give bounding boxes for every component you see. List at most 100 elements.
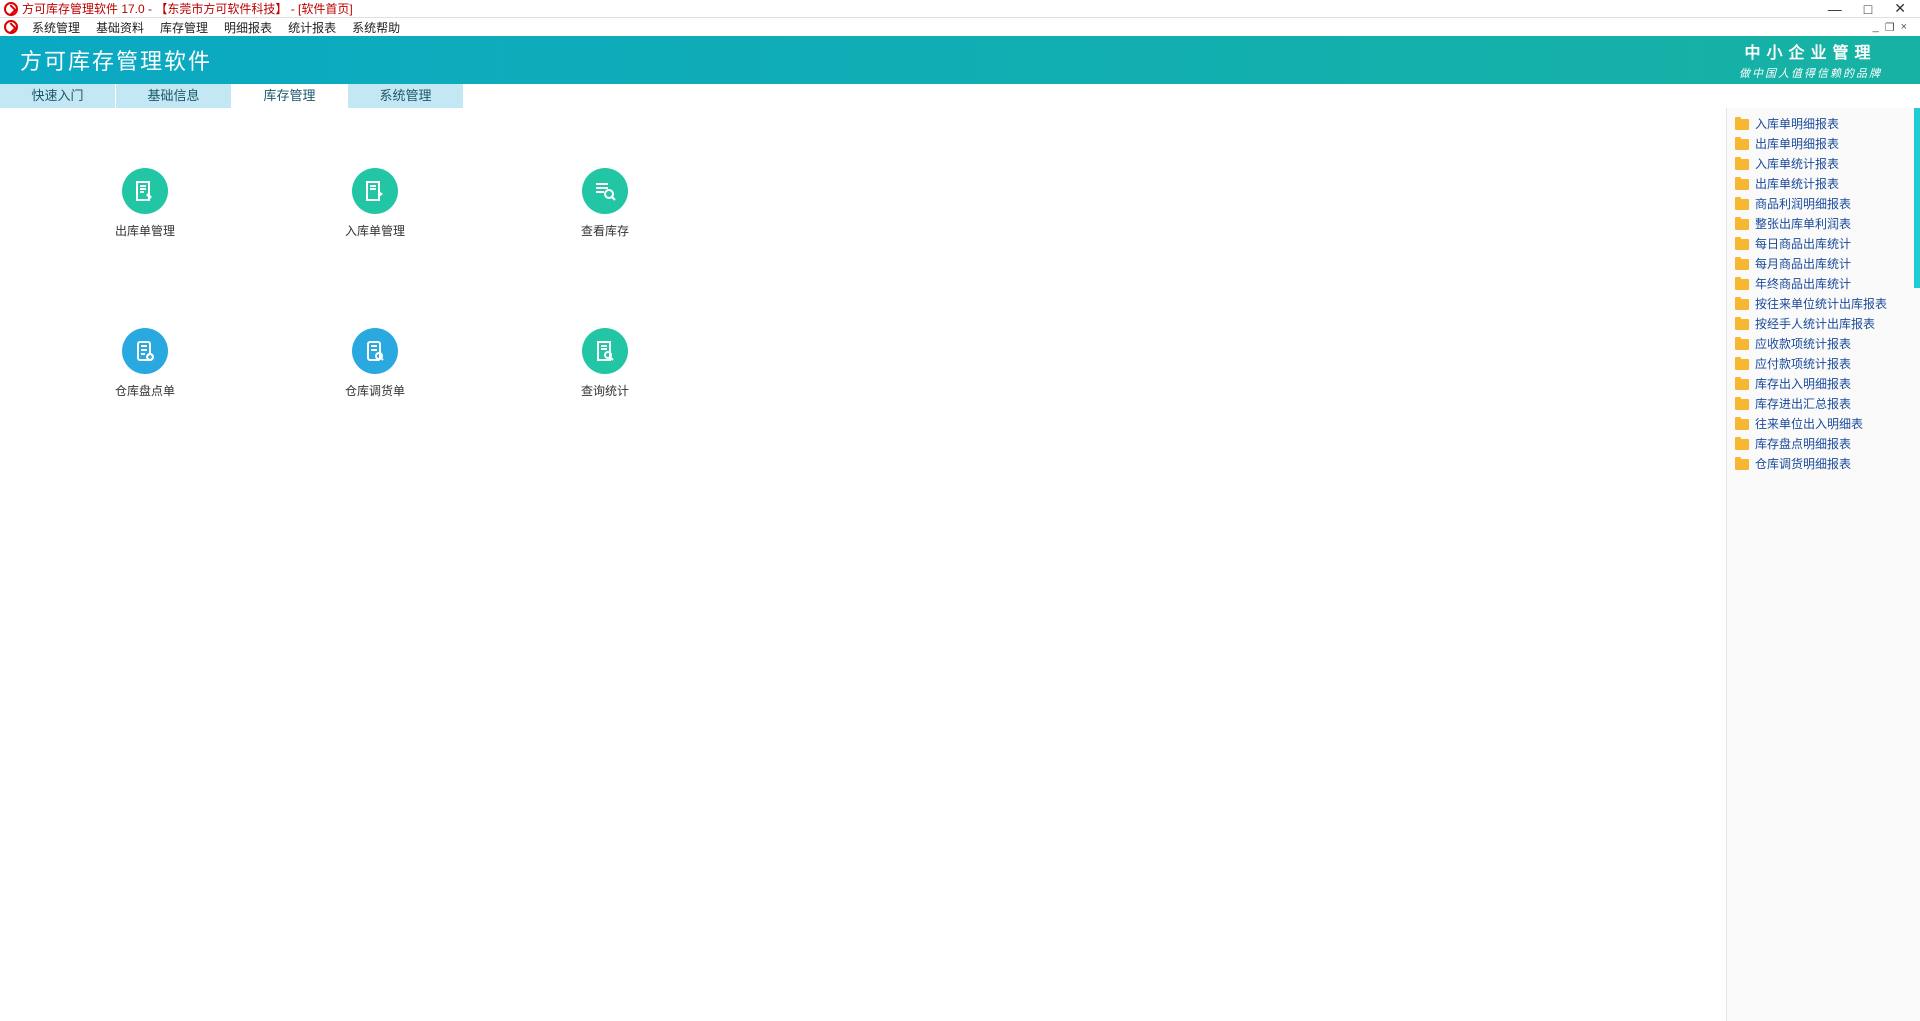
report-item-15[interactable]: 往来单位出入明细表	[1727, 414, 1920, 434]
maximize-button[interactable]: □	[1864, 1, 1872, 17]
inbound-orders[interactable]: 入库单管理	[260, 168, 490, 328]
report-item-label: 每月商品出库统计	[1755, 256, 1851, 272]
window-controls: — □ ✕	[1828, 0, 1916, 17]
report-item-label: 库存出入明细报表	[1755, 376, 1851, 392]
stock-transfer-icon	[352, 328, 398, 374]
report-item-label: 出库单统计报表	[1755, 176, 1839, 192]
folder-icon	[1735, 279, 1749, 290]
tab-strip: 快速入门基础信息库存管理系统管理	[0, 84, 1920, 108]
report-item-11[interactable]: 应收款项统计报表	[1727, 334, 1920, 354]
menu-app-icon	[4, 20, 18, 34]
report-item-7[interactable]: 每月商品出库统计	[1727, 254, 1920, 274]
folder-icon	[1735, 159, 1749, 170]
inbound-orders-icon	[352, 168, 398, 214]
report-item-label: 整张出库单利润表	[1755, 216, 1851, 232]
report-item-16[interactable]: 库存盘点明细报表	[1727, 434, 1920, 454]
folder-icon	[1735, 139, 1749, 150]
folder-icon	[1735, 359, 1749, 370]
query-stats-label: 查询统计	[581, 382, 629, 399]
mdi-minimize-button[interactable]: _	[1870, 21, 1882, 34]
report-item-9[interactable]: 按往来单位统计出库报表	[1727, 294, 1920, 314]
menu-item-1[interactable]: 基础资料	[88, 19, 152, 36]
icon-grid: 出库单管理 入库单管理 查看库存仓库盘点单 仓库调货单 查询统计	[30, 168, 1696, 488]
mdi-close-button[interactable]: ×	[1898, 21, 1910, 34]
menu-bar: 系统管理基础资料库存管理明细报表统计报表系统帮助 _ ❐ ×	[0, 18, 1920, 36]
report-item-4[interactable]: 商品利润明细报表	[1727, 194, 1920, 214]
app-icon	[4, 2, 18, 16]
content-area: 出库单管理 入库单管理 查看库存仓库盘点单 仓库调货单 查询统计 入库单明细报表出库单明…	[0, 108, 1920, 1021]
report-item-label: 应收款项统计报表	[1755, 336, 1851, 352]
menu-item-4[interactable]: 统计报表	[280, 19, 344, 36]
stock-check[interactable]: 仓库盘点单	[30, 328, 260, 488]
menu-item-0[interactable]: 系统管理	[24, 19, 88, 36]
stock-transfer-label: 仓库调货单	[345, 382, 405, 399]
banner-right: 中小企业管理 做中国人值得信赖的品牌	[1739, 39, 1900, 81]
report-panel: 入库单明细报表出库单明细报表入库单统计报表出库单统计报表商品利润明细报表整张出库…	[1726, 108, 1920, 1021]
report-item-13[interactable]: 库存出入明细报表	[1727, 374, 1920, 394]
title-bar: 方可库存管理软件 17.0 - 【东莞市方可软件科技】 - [软件首页] — □…	[0, 0, 1920, 18]
view-inventory[interactable]: 查看库存	[490, 168, 720, 328]
report-item-label: 每日商品出库统计	[1755, 236, 1851, 252]
tab-1[interactable]: 基础信息	[116, 84, 232, 108]
close-button[interactable]: ✕	[1894, 0, 1906, 17]
report-item-label: 库存盘点明细报表	[1755, 436, 1851, 452]
menu-item-5[interactable]: 系统帮助	[344, 19, 408, 36]
folder-icon	[1735, 339, 1749, 350]
report-item-label: 入库单统计报表	[1755, 156, 1839, 172]
tab-0[interactable]: 快速入门	[0, 84, 116, 108]
menu-item-3[interactable]: 明细报表	[216, 19, 280, 36]
stock-check-label: 仓库盘点单	[115, 382, 175, 399]
query-stats[interactable]: 查询统计	[490, 328, 720, 488]
folder-icon	[1735, 239, 1749, 250]
folder-icon	[1735, 459, 1749, 470]
window-title: 方可库存管理软件 17.0 - 【东莞市方可软件科技】 - [软件首页]	[22, 0, 353, 17]
minimize-button[interactable]: —	[1828, 1, 1842, 17]
mdi-restore-button[interactable]: ❐	[1882, 21, 1898, 34]
report-item-8[interactable]: 年终商品出库统计	[1727, 274, 1920, 294]
banner-right-line2: 做中国人值得信赖的品牌	[1739, 65, 1882, 81]
query-stats-icon	[582, 328, 628, 374]
stock-transfer[interactable]: 仓库调货单	[260, 328, 490, 488]
banner-right-line1: 中小企业管理	[1739, 39, 1882, 63]
report-item-2[interactable]: 入库单统计报表	[1727, 154, 1920, 174]
report-item-label: 应付款项统计报表	[1755, 356, 1851, 372]
tab-3[interactable]: 系统管理	[348, 84, 464, 108]
outbound-orders[interactable]: 出库单管理	[30, 168, 260, 328]
stock-check-icon	[122, 328, 168, 374]
scrollbar-indicator	[1914, 108, 1920, 288]
view-inventory-icon	[582, 168, 628, 214]
report-item-label: 入库单明细报表	[1755, 116, 1839, 132]
folder-icon	[1735, 199, 1749, 210]
report-item-6[interactable]: 每日商品出库统计	[1727, 234, 1920, 254]
report-item-0[interactable]: 入库单明细报表	[1727, 114, 1920, 134]
menu-item-2[interactable]: 库存管理	[152, 19, 216, 36]
outbound-orders-label: 出库单管理	[115, 222, 175, 239]
folder-icon	[1735, 299, 1749, 310]
outbound-orders-icon	[122, 168, 168, 214]
tab-2[interactable]: 库存管理	[232, 84, 348, 108]
banner-brand: 方可库存管理软件	[20, 44, 212, 76]
report-item-label: 出库单明细报表	[1755, 136, 1839, 152]
banner: 方可库存管理软件 中小企业管理 做中国人值得信赖的品牌	[0, 36, 1920, 84]
inbound-orders-label: 入库单管理	[345, 222, 405, 239]
folder-icon	[1735, 319, 1749, 330]
report-item-14[interactable]: 库存进出汇总报表	[1727, 394, 1920, 414]
report-item-5[interactable]: 整张出库单利润表	[1727, 214, 1920, 234]
folder-icon	[1735, 179, 1749, 190]
report-item-3[interactable]: 出库单统计报表	[1727, 174, 1920, 194]
main-area: 出库单管理 入库单管理 查看库存仓库盘点单 仓库调货单 查询统计	[0, 108, 1726, 1021]
report-item-10[interactable]: 按经手人统计出库报表	[1727, 314, 1920, 334]
report-item-17[interactable]: 仓库调货明细报表	[1727, 454, 1920, 474]
folder-icon	[1735, 259, 1749, 270]
mdi-controls: _ ❐ ×	[1870, 21, 1916, 34]
report-item-12[interactable]: 应付款项统计报表	[1727, 354, 1920, 374]
report-item-1[interactable]: 出库单明细报表	[1727, 134, 1920, 154]
report-item-label: 仓库调货明细报表	[1755, 456, 1851, 472]
report-item-label: 商品利润明细报表	[1755, 196, 1851, 212]
report-item-label: 库存进出汇总报表	[1755, 396, 1851, 412]
view-inventory-label: 查看库存	[581, 222, 629, 239]
report-item-label: 按往来单位统计出库报表	[1755, 296, 1887, 312]
folder-icon	[1735, 379, 1749, 390]
folder-icon	[1735, 219, 1749, 230]
folder-icon	[1735, 419, 1749, 430]
